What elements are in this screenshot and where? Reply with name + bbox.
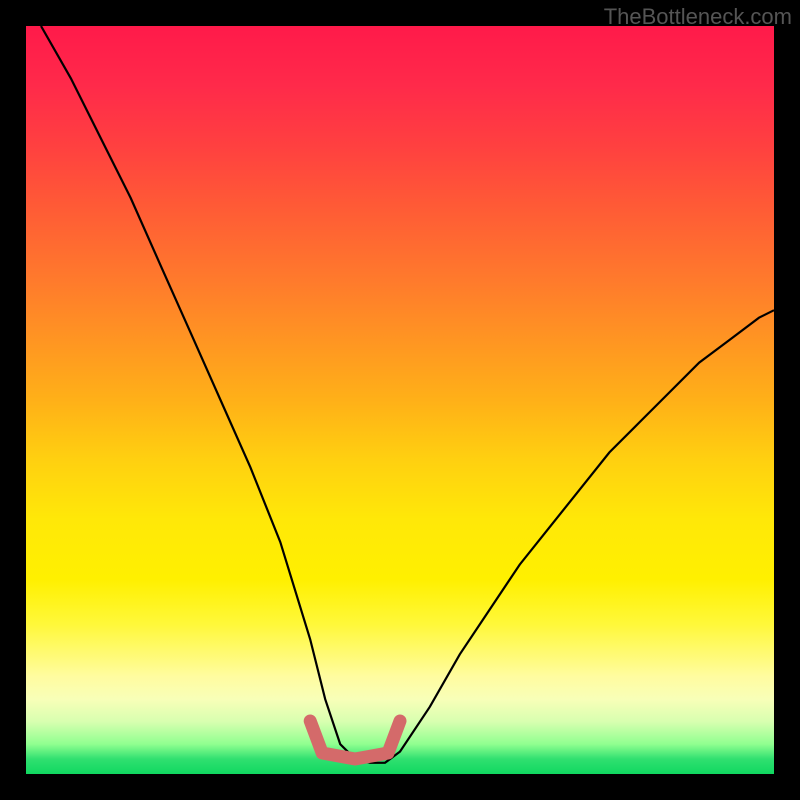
bottleneck-curve xyxy=(41,26,774,763)
chart-svg xyxy=(26,26,774,774)
plot-area xyxy=(26,26,774,774)
watermark-text: TheBottleneck.com xyxy=(604,4,792,30)
optimal-range-highlight xyxy=(310,721,400,759)
